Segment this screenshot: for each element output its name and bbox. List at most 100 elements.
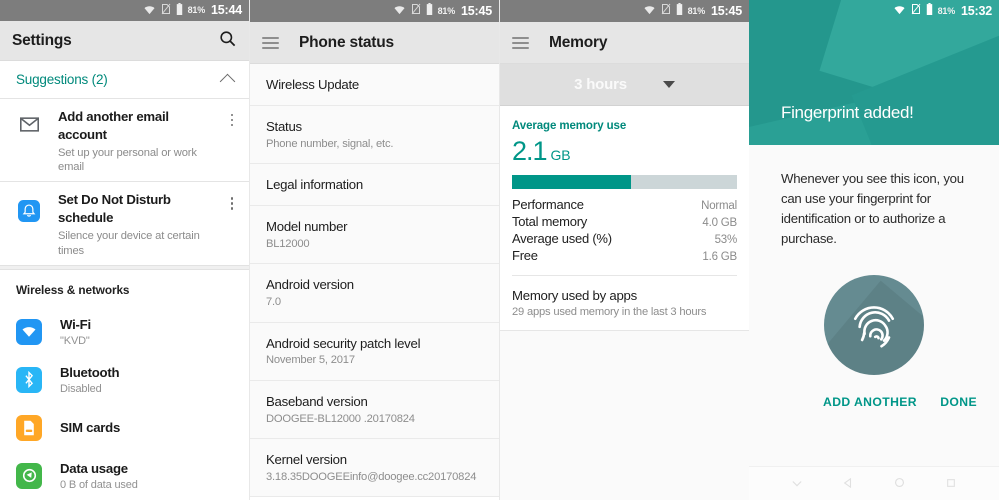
clock-label: 15:45 bbox=[711, 3, 742, 18]
memory-used-by-apps-row[interactable]: Memory used by apps 29 apps used memory … bbox=[512, 276, 737, 330]
clock-label: 15:32 bbox=[961, 3, 992, 18]
list-item[interactable]: Android security patch level November 5,… bbox=[250, 322, 499, 380]
battery-icon bbox=[176, 2, 183, 20]
suggestion-item-dnd[interactable]: Set Do Not Disturb schedule Silence your… bbox=[0, 182, 249, 265]
sidebar-item-label: Wi-Fi bbox=[60, 317, 91, 333]
panel-fingerprint: 81% 15:32 Fingerprint added! Whenever yo… bbox=[749, 0, 999, 500]
wifi-icon bbox=[893, 2, 906, 20]
phone-status-app-bar: Phone status bbox=[250, 22, 499, 64]
stat-key: Average used (%) bbox=[512, 231, 612, 246]
average-memory-value: 2.1 GB bbox=[512, 136, 737, 167]
fingerprint-empty-area bbox=[749, 409, 999, 466]
sidebar-item-bluetooth[interactable]: Bluetooth Disabled bbox=[0, 356, 249, 404]
suggestion-text-block: Set Do Not Disturb schedule Silence your… bbox=[44, 191, 225, 259]
memory-summary: Average memory use 2.1 GB Performance Nor… bbox=[500, 106, 749, 330]
list-item[interactable]: Wireless Update bbox=[250, 64, 499, 105]
list-item-subtitle: BL12000 bbox=[266, 237, 310, 250]
battery-icon bbox=[426, 2, 433, 20]
fingerprint-icon bbox=[853, 306, 895, 348]
bell-icon bbox=[14, 191, 44, 223]
wifi-icon bbox=[643, 2, 656, 20]
page-title: Fingerprint added! bbox=[781, 103, 914, 122]
sim-off-icon bbox=[411, 2, 421, 20]
stat-key: Performance bbox=[512, 197, 584, 212]
sidebar-item-text: Bluetooth Disabled bbox=[42, 365, 120, 395]
page-title: Settings bbox=[12, 31, 72, 49]
caret-down-icon[interactable] bbox=[792, 475, 802, 493]
battery-percent-label: 81% bbox=[687, 5, 706, 16]
fingerprint-description: Whenever you see this icon, you can use … bbox=[781, 171, 964, 247]
sidebar-item-sublabel: Disabled bbox=[60, 382, 102, 395]
stat-key: Free bbox=[512, 248, 538, 263]
list-item-title: Baseband version bbox=[266, 393, 368, 409]
battery-percent-label: 81% bbox=[187, 5, 206, 16]
settings-app-bar: Settings bbox=[0, 21, 249, 62]
hamburger-icon[interactable] bbox=[262, 36, 279, 49]
table-row: Total memory 4.0 GB bbox=[512, 213, 737, 230]
sidebar-item-text: SIM cards bbox=[42, 420, 120, 436]
suggestion-subtitle: Silence your device at certain times bbox=[58, 230, 200, 258]
search-icon[interactable] bbox=[218, 29, 237, 53]
memory-stats-table: Performance Normal Total memory 4.0 GB A… bbox=[512, 196, 737, 264]
memory-empty-area bbox=[500, 331, 749, 500]
list-item[interactable]: Model number BL12000 bbox=[250, 205, 499, 264]
sidebar-item-data-usage[interactable]: Data usage 0 B of data used bbox=[0, 452, 249, 500]
wifi-icon bbox=[393, 2, 406, 20]
list-item-title: Wireless Update bbox=[266, 77, 359, 92]
fingerprint-hero: 81% 15:32 Fingerprint added! bbox=[749, 0, 999, 145]
list-item[interactable]: Status Phone number, signal, etc. bbox=[250, 105, 499, 164]
android-nav-bar bbox=[749, 466, 999, 500]
list-item[interactable]: Legal information bbox=[250, 164, 499, 205]
suggestion-title: Set Do Not Disturb schedule bbox=[58, 192, 171, 226]
panel-phone-status: 81% 15:45 Phone status Wireless Update S… bbox=[249, 0, 499, 500]
overflow-menu-icon[interactable] bbox=[225, 108, 239, 127]
battery-percent-label: 81% bbox=[937, 5, 956, 16]
caret-down-icon[interactable] bbox=[662, 81, 675, 88]
memory-app-bar: Memory bbox=[500, 22, 749, 64]
list-item[interactable]: Android version 7.0 bbox=[250, 264, 499, 322]
list-item-subtitle: November 5, 2017 bbox=[266, 354, 355, 367]
hamburger-icon[interactable] bbox=[512, 36, 529, 49]
list-item-title: Kernel version bbox=[266, 452, 347, 468]
sidebar-item-label: Bluetooth bbox=[60, 365, 120, 381]
sim-off-icon bbox=[661, 2, 671, 20]
sidebar-item-sublabel: 0 B of data used bbox=[60, 478, 138, 491]
time-range-dropdown[interactable]: 3 hours bbox=[500, 64, 749, 106]
bluetooth-icon bbox=[16, 366, 42, 393]
sidebar-item-sim-cards[interactable]: SIM cards bbox=[0, 404, 249, 452]
back-triangle-icon[interactable] bbox=[843, 475, 853, 493]
list-item-subtitle: 3.18.35DOOGEEinfo@doogee.cc20170824 bbox=[266, 470, 477, 483]
fingerprint-body: Whenever you see this icon, you can use … bbox=[749, 145, 999, 376]
multi-screenshot-strip: 81% 15:44 Settings Suggestions (2) Add a… bbox=[0, 0, 1000, 500]
chevron-up-icon[interactable] bbox=[219, 73, 236, 90]
page-title: Memory bbox=[549, 33, 608, 51]
home-circle-icon[interactable] bbox=[894, 475, 905, 493]
suggestions-header[interactable]: Suggestions (2) bbox=[0, 61, 249, 98]
sim-off-icon bbox=[911, 2, 921, 20]
battery-icon bbox=[676, 2, 683, 20]
status-bar-fingerprint: 81% 15:32 bbox=[749, 0, 999, 22]
suggestion-subtitle: Set up your personal or work email bbox=[58, 146, 197, 174]
stat-value: Normal bbox=[701, 200, 737, 212]
clock-label: 15:44 bbox=[211, 3, 242, 18]
average-memory-use-label: Average memory use bbox=[512, 120, 627, 132]
suggestion-text-block: Add another email account Set up your pe… bbox=[44, 108, 225, 176]
sidebar-item-wifi[interactable]: Wi-Fi "KVD" bbox=[0, 308, 249, 356]
memory-apps-title: Memory used by apps bbox=[512, 288, 637, 303]
wifi-settings-icon bbox=[16, 318, 42, 345]
list-item-subtitle: 7.0 bbox=[266, 296, 281, 309]
recents-square-icon[interactable] bbox=[946, 475, 956, 493]
list-item-title: Status bbox=[266, 118, 302, 134]
memory-usage-bar-fill bbox=[512, 175, 632, 189]
list-item[interactable]: Baseband version DOOGEE-BL12000 .2017082… bbox=[250, 380, 499, 439]
done-button[interactable]: DONE bbox=[940, 395, 977, 409]
stat-value: 53% bbox=[714, 234, 738, 246]
page-title: Phone status bbox=[299, 33, 394, 51]
fingerprint-actions: ADD ANOTHER DONE bbox=[749, 375, 999, 410]
fingerprint-illustration bbox=[781, 275, 967, 376]
overflow-menu-icon[interactable] bbox=[225, 191, 239, 211]
data-usage-icon bbox=[16, 462, 42, 489]
list-item[interactable]: Kernel version 3.18.35DOOGEEinfo@doogee.… bbox=[250, 439, 499, 497]
suggestion-item-email[interactable]: Add another email account Set up your pe… bbox=[0, 99, 249, 182]
add-another-button[interactable]: ADD ANOTHER bbox=[823, 395, 917, 409]
